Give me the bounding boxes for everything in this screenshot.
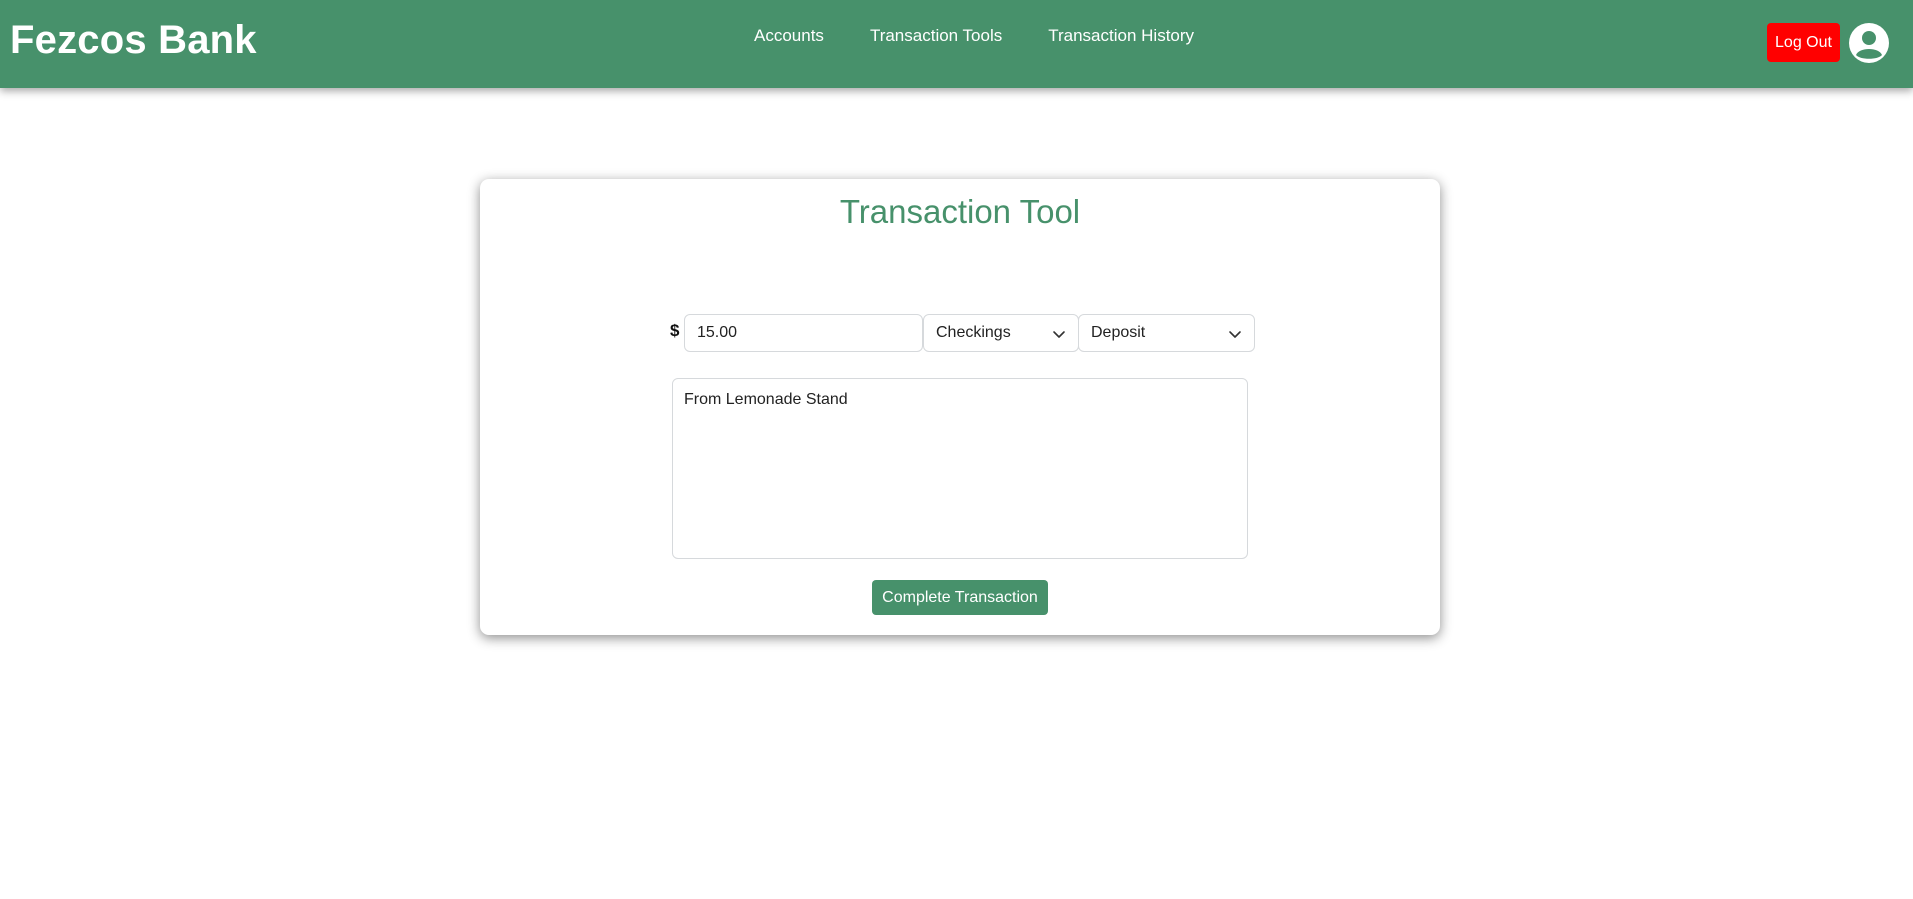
chevron-down-icon [1053, 331, 1065, 338]
transaction-type-value: Deposit [1091, 324, 1146, 341]
memo-textarea[interactable]: From Lemonade Stand [672, 378, 1248, 559]
user-circle-icon[interactable] [1849, 23, 1889, 63]
nav-transaction-tools[interactable]: Transaction Tools [870, 26, 1002, 46]
amount-input[interactable] [684, 314, 923, 352]
nav-accounts[interactable]: Accounts [754, 26, 824, 46]
brand-logo[interactable]: Fezcos Bank [10, 18, 257, 63]
complete-transaction-button[interactable]: Complete Transaction [872, 580, 1048, 615]
currency-symbol: $ [670, 321, 680, 340]
transaction-type-select[interactable]: Deposit [1078, 314, 1255, 352]
logout-button[interactable]: Log Out [1767, 23, 1840, 62]
nav-links: Accounts Transaction Tools Transaction H… [754, 26, 1240, 46]
account-select[interactable]: Checkings [923, 314, 1079, 352]
transaction-card: Transaction Tool $ Checkings Deposit Fro… [480, 179, 1440, 635]
chevron-down-icon [1229, 331, 1241, 338]
page-title: Transaction Tool [839, 193, 1081, 230]
nav-transaction-history[interactable]: Transaction History [1048, 26, 1194, 46]
account-select-value: Checkings [936, 324, 1011, 341]
top-navbar: Fezcos Bank Accounts Transaction Tools T… [0, 0, 1913, 88]
